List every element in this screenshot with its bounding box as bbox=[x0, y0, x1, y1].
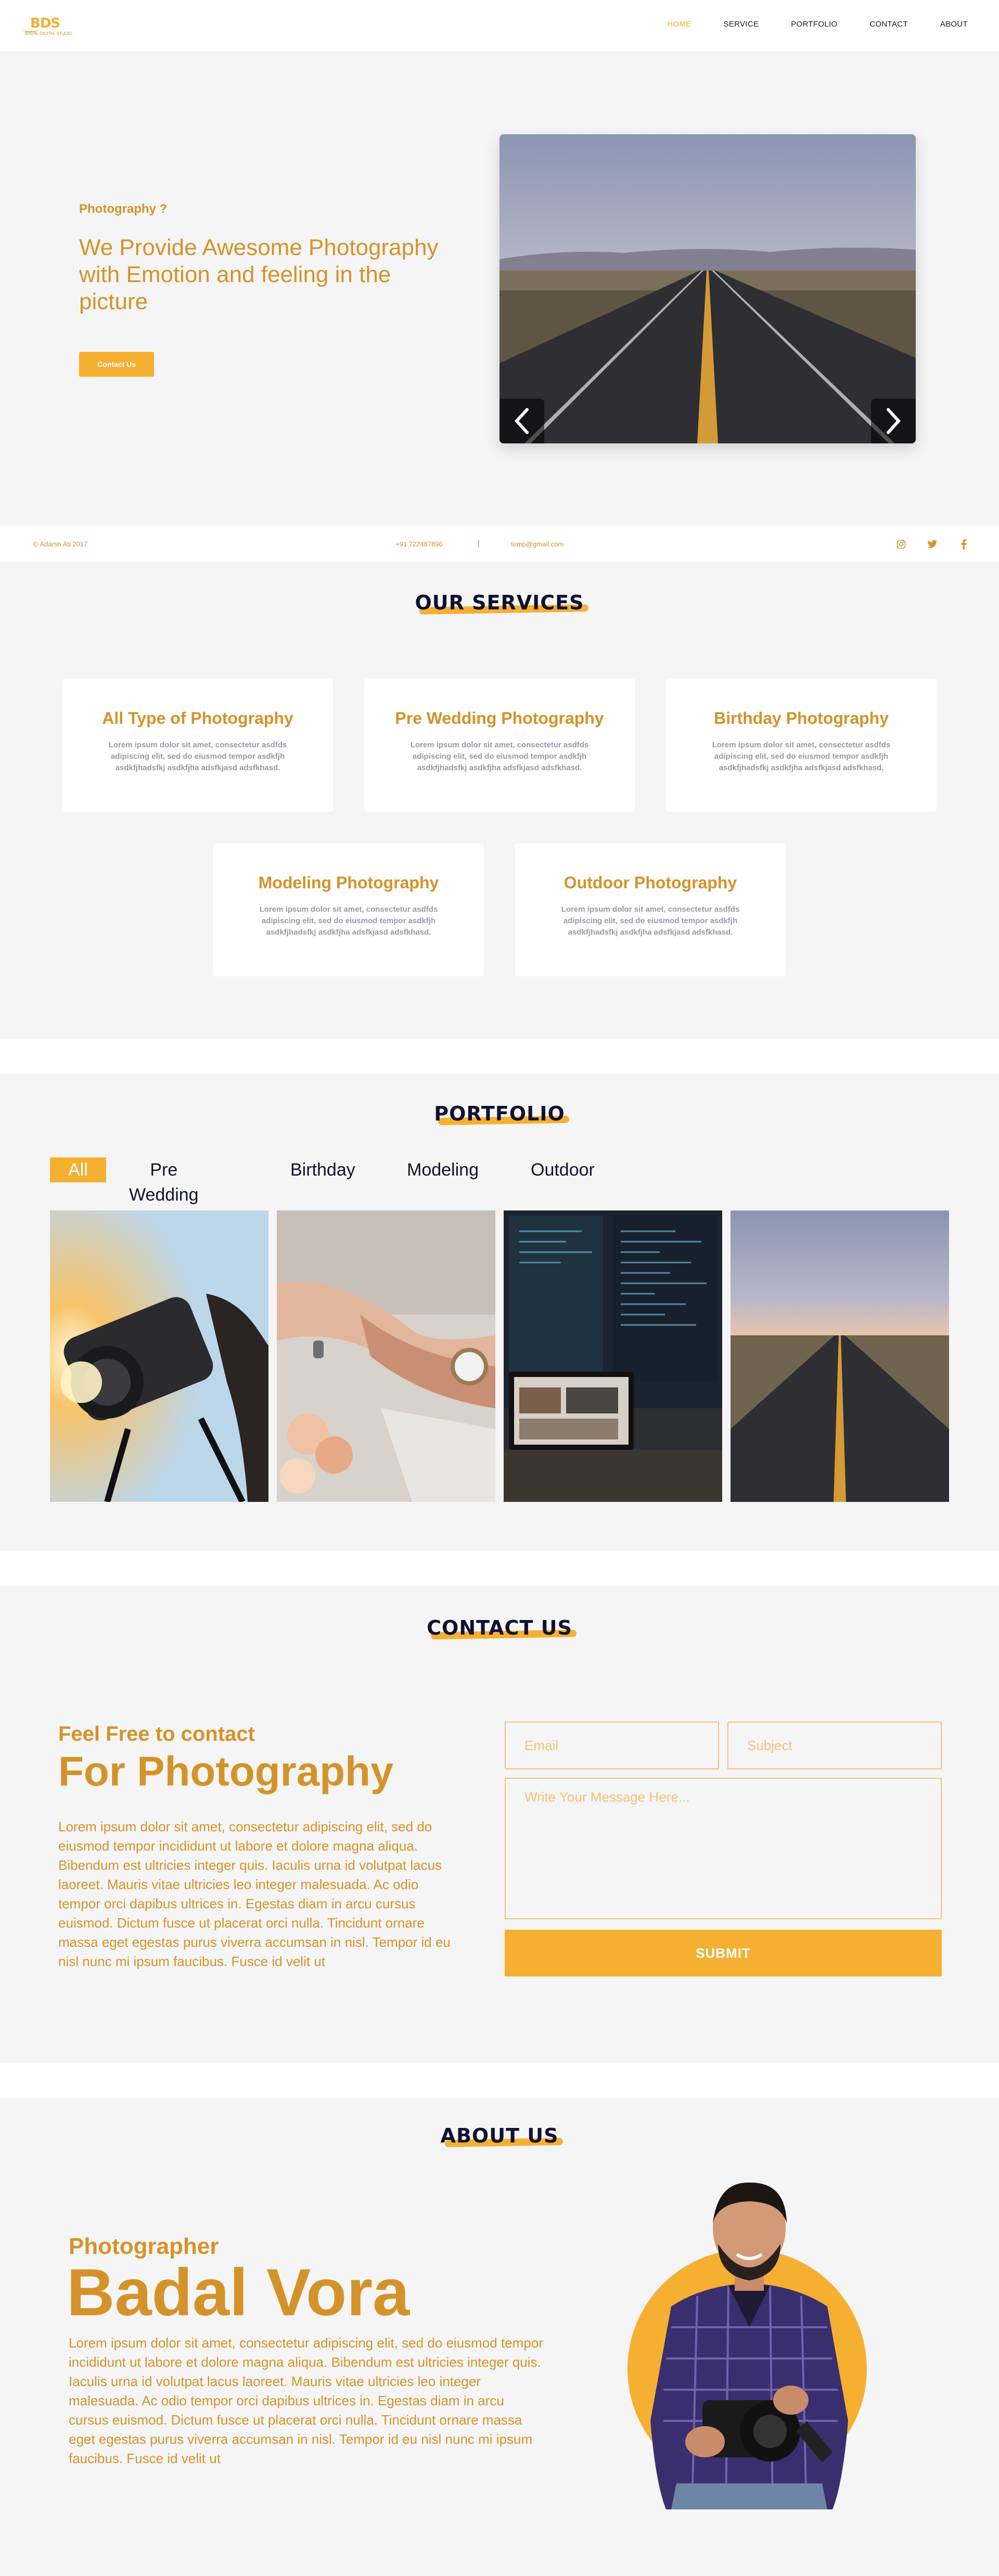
about-heading: ABOUT US bbox=[0, 2124, 999, 2147]
service-card-title: Pre Wedding Photography bbox=[395, 709, 604, 728]
twitter-icon[interactable] bbox=[927, 539, 938, 550]
filter-modeling[interactable]: Modeling bbox=[407, 1157, 479, 1182]
wedding-photo bbox=[277, 1210, 495, 1502]
info-separator: | bbox=[478, 539, 480, 548]
about-section: ABOUT US Photographer Badal Vora Lorem i… bbox=[0, 2098, 999, 2576]
services-section: OUR SERVICES All Type of Photography Lor… bbox=[0, 562, 999, 1039]
service-card-outdoor[interactable]: Outdoor Photography Lorem ipsum dolor si… bbox=[515, 843, 786, 976]
hero-carousel bbox=[499, 134, 916, 443]
service-card-text: Lorem ipsum dolor sit amet, consectetur … bbox=[561, 905, 740, 937]
submit-button[interactable]: SUBMIT bbox=[505, 1930, 942, 1976]
copyright-text: © Adarsh Ati 2017 bbox=[33, 540, 88, 548]
filter-pre-wedding[interactable]: Pre Wedding bbox=[129, 1157, 199, 1205]
nav-about[interactable]: ABOUT bbox=[940, 20, 968, 29]
service-card-pre-wedding[interactable]: Pre Wedding Photography Lorem ipsum dolo… bbox=[364, 679, 635, 812]
photographer-portrait bbox=[614, 2171, 885, 2510]
portfolio-image-wedding[interactable] bbox=[277, 1210, 495, 1502]
subject-field[interactable] bbox=[727, 1721, 942, 1769]
service-card-title: Birthday Photography bbox=[713, 709, 889, 728]
contact-body-text: Lorem ipsum dolor sit amet, consectetur … bbox=[58, 1819, 451, 1969]
hero-kicker: Photography ? bbox=[79, 202, 168, 216]
portfolio-heading: PORTFOLIO bbox=[0, 1102, 999, 1125]
hero-section: Photography ? We Provide Awesome Photogr… bbox=[0, 51, 999, 526]
hero-title: We Provide Awesome Photography with Emot… bbox=[79, 235, 439, 314]
logo-mark: BDS bbox=[30, 16, 60, 31]
site-header: BDS BADAL DIGITAL STUDIO HOME SERVICE PO… bbox=[0, 0, 999, 51]
main-nav: HOME SERVICE PORTFOLIO CONTACT ABOUT bbox=[667, 20, 968, 29]
camera-photo bbox=[50, 1210, 268, 1502]
carousel-next-button[interactable] bbox=[871, 399, 916, 443]
portfolio-image-camera[interactable] bbox=[50, 1210, 268, 1502]
nav-service[interactable]: SERVICE bbox=[724, 20, 759, 29]
contact-title: CONTACT US bbox=[427, 1616, 572, 1639]
contact-heading-large: For Photography bbox=[58, 1748, 394, 1794]
service-card-modeling[interactable]: Modeling Photography Lorem ipsum dolor s… bbox=[213, 843, 484, 976]
service-card-all-types[interactable]: All Type of Photography Lorem ipsum dolo… bbox=[62, 679, 333, 812]
services-heading: OUR SERVICES bbox=[0, 591, 999, 614]
portfolio-image-road[interactable] bbox=[731, 1210, 949, 1502]
service-card-title: All Type of Photography bbox=[102, 709, 293, 728]
services-title: OUR SERVICES bbox=[415, 591, 584, 614]
service-card-text: Lorem ipsum dolor sit amet, consectetur … bbox=[410, 741, 589, 772]
road-photo bbox=[731, 1210, 949, 1502]
service-card-text: Lorem ipsum dolor sit amet, consectetur … bbox=[712, 741, 891, 772]
nav-portfolio[interactable]: PORTFOLIO bbox=[791, 20, 837, 29]
phone-number[interactable]: +91 722487896 bbox=[395, 540, 443, 548]
hero-image-road bbox=[499, 134, 916, 443]
email-field[interactable] bbox=[505, 1721, 719, 1769]
service-card-text: Lorem ipsum dolor sit amet, consectetur … bbox=[259, 905, 438, 937]
nav-contact[interactable]: CONTACT bbox=[869, 20, 907, 29]
service-card-title: Outdoor Photography bbox=[563, 873, 737, 892]
contact-kicker: Feel Free to contact bbox=[58, 1723, 255, 1745]
nav-home[interactable]: HOME bbox=[667, 20, 691, 29]
portfolio-title: PORTFOLIO bbox=[434, 1102, 565, 1125]
chevron-left-icon bbox=[514, 408, 529, 434]
facebook-icon[interactable] bbox=[958, 539, 969, 550]
carousel-prev-button[interactable] bbox=[499, 399, 544, 443]
filter-all[interactable]: All bbox=[50, 1157, 106, 1182]
service-card-title: Modeling Photography bbox=[258, 873, 439, 892]
message-field[interactable] bbox=[505, 1778, 942, 1919]
site-logo[interactable]: BDS BADAL DIGITAL STUDIO bbox=[20, 16, 72, 36]
logo-subtitle: BADAL DIGITAL STUDIO bbox=[25, 31, 72, 36]
contact-heading: CONTACT US bbox=[0, 1616, 999, 1639]
info-bar: © Adarsh Ati 2017 +91 722487896 | temp@g… bbox=[0, 527, 999, 562]
instagram-icon[interactable] bbox=[896, 539, 906, 550]
filter-birthday[interactable]: Birthday bbox=[290, 1157, 355, 1182]
workstation-photo bbox=[504, 1210, 722, 1502]
about-body-text: Lorem ipsum dolor sit amet, consectetur … bbox=[69, 2335, 543, 2466]
portfolio-section: PORTFOLIO All Pre Wedding Birthday Model… bbox=[0, 1074, 999, 1551]
service-card-text: Lorem ipsum dolor sit amet, consectetur … bbox=[108, 741, 287, 772]
contact-section: CONTACT US Feel Free to contact For Phot… bbox=[0, 1586, 999, 2063]
filter-outdoor[interactable]: Outdoor bbox=[531, 1157, 595, 1182]
chevron-right-icon bbox=[887, 408, 901, 434]
portfolio-image-workstation[interactable] bbox=[504, 1210, 722, 1502]
about-title: ABOUT US bbox=[440, 2124, 559, 2147]
social-links bbox=[896, 539, 969, 550]
service-card-birthday[interactable]: Birthday Photography Lorem ipsum dolor s… bbox=[666, 679, 937, 812]
photographer-name: Badal Vora bbox=[67, 2255, 410, 2330]
email-address[interactable]: temp@gmail.com bbox=[511, 540, 563, 548]
contact-us-button[interactable]: Contact Us bbox=[79, 352, 154, 377]
